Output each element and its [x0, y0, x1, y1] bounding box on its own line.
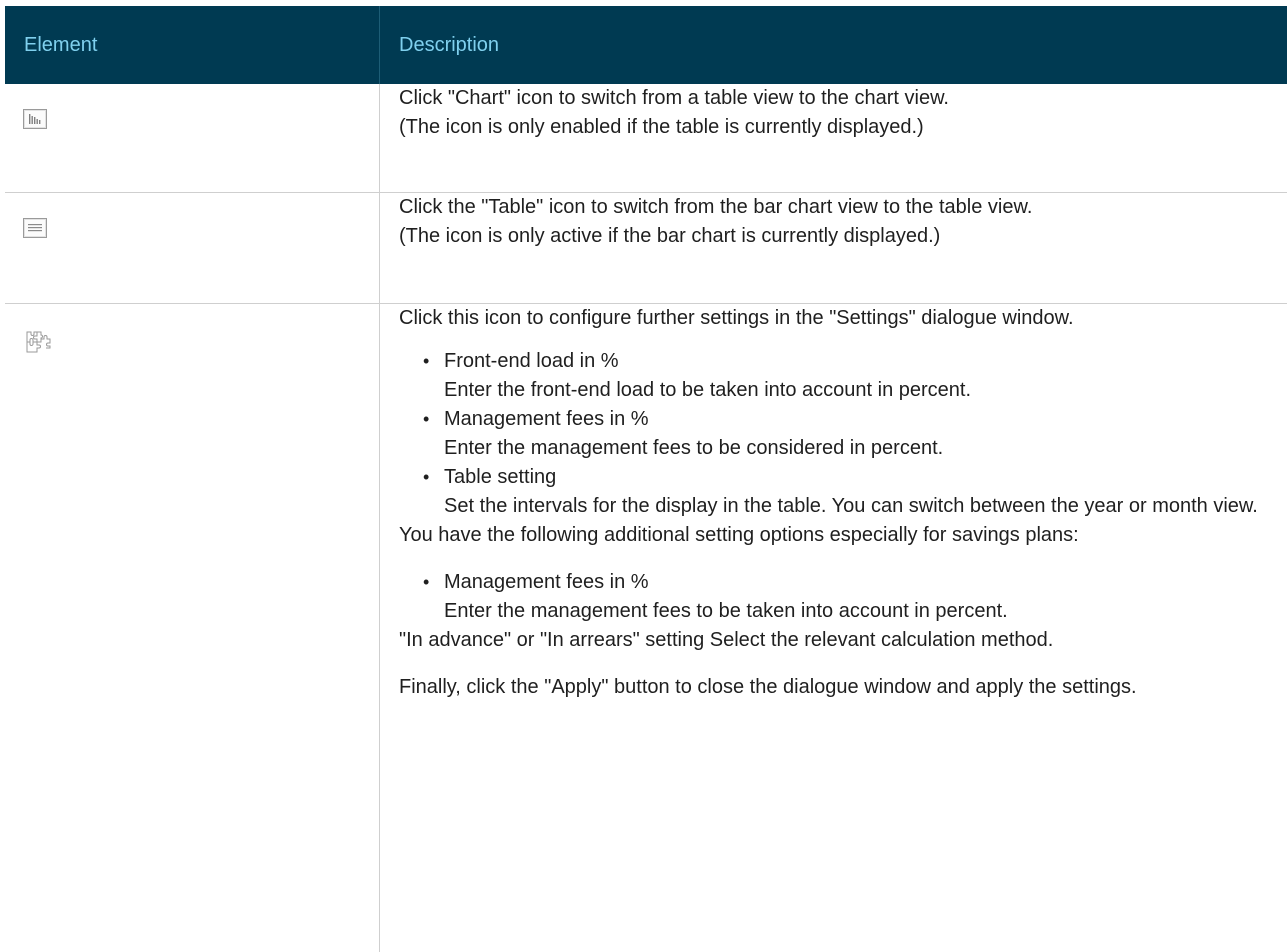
- list-item-title: Front-end load in %: [444, 350, 619, 372]
- settings-list: Front-end load in % Enter the front-end …: [399, 347, 1273, 521]
- element-cell: [5, 193, 380, 303]
- table-row: Click "Chart" icon to switch from a tabl…: [5, 84, 1287, 193]
- description-line: Click the "Table" icon to switch from th…: [399, 196, 1033, 218]
- savings-plan-list: Management fees in % Enter the managemen…: [399, 568, 1273, 626]
- table-row: Click this icon to configure further set…: [5, 304, 1287, 952]
- advance-arrears-setting: "In advance" or "In arrears" setting Sel…: [399, 629, 1054, 651]
- header-description: Description: [399, 33, 500, 56]
- list-item-title: Management fees in %: [444, 408, 649, 430]
- table-header: Element Description: [5, 6, 1287, 84]
- description-line: (The icon is only enabled if the table i…: [399, 116, 924, 138]
- list-item: Management fees in % Enter the managemen…: [399, 568, 1273, 626]
- list-item-desc: Enter the front-end load to be taken int…: [444, 379, 972, 401]
- element-cell: [5, 84, 380, 192]
- list-item: Front-end load in % Enter the front-end …: [399, 347, 1273, 405]
- list-item-desc: Set the intervals for the display in the…: [444, 495, 1258, 517]
- description-intro: Click this icon to configure further set…: [399, 307, 1074, 329]
- description-line: (The icon is only active if the bar char…: [399, 225, 941, 247]
- puzzle-icon: [26, 331, 51, 353]
- description-cell: Click the "Table" icon to switch from th…: [380, 193, 1287, 303]
- list-item: Table setting Set the intervals for the …: [399, 463, 1273, 521]
- final-instruction: Finally, click the "Apply" button to clo…: [399, 676, 1137, 698]
- element-cell: [5, 304, 380, 952]
- description-cell: Click "Chart" icon to switch from a tabl…: [380, 84, 1287, 192]
- header-element: Element: [5, 6, 380, 84]
- list-item-title: Table setting: [444, 466, 557, 488]
- additional-options: You have the following additional settin…: [399, 524, 1079, 546]
- list-item: Management fees in % Enter the managemen…: [399, 405, 1273, 463]
- list-item-desc: Enter the management fees to be consider…: [444, 437, 944, 459]
- table-icon: [23, 218, 47, 238]
- description-cell: Click this icon to configure further set…: [380, 304, 1287, 952]
- description-line: Click "Chart" icon to switch from a tabl…: [399, 87, 949, 109]
- list-item-desc: Enter the management fees to be taken in…: [444, 600, 1008, 622]
- help-table: Element Description Click "Chart" icon t…: [5, 6, 1287, 952]
- list-item-title: Management fees in %: [444, 571, 649, 593]
- table-row: Click the "Table" icon to switch from th…: [5, 193, 1287, 304]
- bar-chart-icon: [23, 109, 47, 129]
